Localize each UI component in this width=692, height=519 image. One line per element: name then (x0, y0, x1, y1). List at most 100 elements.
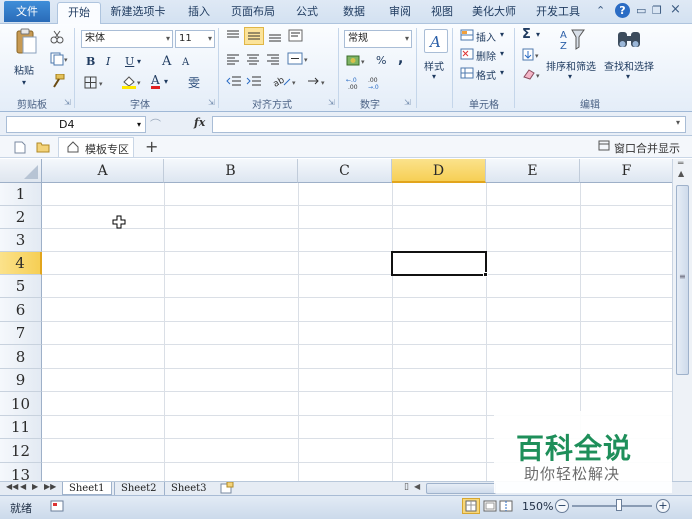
text-direction-icon[interactable]: ▾ (306, 75, 330, 90)
open-folder-icon[interactable] (36, 141, 50, 156)
close-icon[interactable]: × (670, 2, 681, 17)
row-header-4[interactable]: 4 (0, 252, 42, 275)
scroll-left-icon[interactable]: ◀ (414, 482, 420, 491)
sort-filter-icon[interactable]: AZ (558, 27, 586, 56)
hscroll-split-icon[interactable]: ▯ (404, 482, 409, 492)
collapse-ribbon-icon[interactable]: ⌃ (596, 4, 605, 17)
scroll-up-icon[interactable]: ▲ (678, 169, 684, 178)
format-cells-label[interactable]: 格式 (476, 67, 496, 82)
row-header-8[interactable]: 8 (0, 345, 42, 369)
column-header-a[interactable]: A (42, 159, 164, 183)
split-handle-icon[interactable]: ═ (678, 159, 683, 169)
alignment-launcher-icon[interactable]: ⇲ (328, 98, 335, 107)
increase-decimal-icon[interactable]: ←.0.00 (346, 76, 364, 93)
shrink-font-button[interactable]: A (182, 57, 189, 68)
row-header-5[interactable]: 5 (0, 275, 42, 298)
format-cells-icon[interactable] (460, 67, 474, 82)
chevron-down-icon[interactable]: ▾ (626, 72, 630, 81)
chevron-down-icon[interactable]: ▾ (164, 77, 168, 86)
chevron-down-icon[interactable]: ▾ (568, 72, 572, 81)
tab-beautify[interactable]: 美化大师 (468, 2, 520, 24)
cut-icon[interactable] (50, 30, 64, 47)
restore-icon[interactable]: ❐ (652, 4, 662, 17)
sort-filter-label[interactable]: 排序和筛选 (546, 58, 596, 73)
help-icon[interactable]: ? (615, 3, 630, 18)
zoom-level[interactable]: 150% (522, 500, 553, 513)
zoom-in-button[interactable]: + (656, 499, 670, 513)
align-middle-icon[interactable] (244, 27, 264, 45)
tab-review[interactable]: 审阅 (382, 2, 418, 24)
decrease-decimal-icon[interactable]: .00 →.0 (368, 76, 386, 93)
page-layout-view-icon[interactable] (482, 499, 498, 516)
sheet-tab-sheet2[interactable]: Sheet2 (114, 482, 164, 495)
number-launcher-icon[interactable]: ⇲ (404, 98, 411, 107)
clipboard-launcher-icon[interactable]: ⇲ (64, 98, 71, 107)
horizontal-scroll-thumb[interactable] (426, 483, 496, 494)
row-header-13[interactable]: 13 (0, 463, 42, 481)
column-header-b[interactable]: B (164, 159, 298, 183)
zoom-slider-thumb[interactable] (616, 499, 622, 511)
name-box[interactable]: D4 ▾ (6, 116, 146, 133)
font-launcher-icon[interactable]: ⇲ (208, 98, 215, 107)
autosum-button[interactable]: Σ (522, 27, 531, 42)
paste-icon[interactable] (14, 28, 38, 56)
font-name-combo[interactable]: 宋体 ▾ (81, 30, 173, 48)
macro-record-icon[interactable] (50, 500, 64, 515)
bold-button[interactable]: B (86, 55, 95, 68)
zoom-slider-track[interactable] (572, 505, 652, 507)
column-header-d[interactable]: D (392, 159, 486, 183)
expand-formula-icon[interactable]: ▾ (676, 118, 680, 127)
styles-label[interactable]: 样式 (424, 58, 444, 73)
zoom-out-button[interactable]: − (555, 499, 569, 513)
fill-color-icon[interactable]: ▾ (121, 74, 145, 93)
increase-indent-icon[interactable] (246, 75, 262, 90)
tab-formulas[interactable]: 公式 (288, 2, 326, 24)
row-header-3[interactable]: 3 (0, 229, 42, 252)
column-header-e[interactable]: E (486, 159, 580, 183)
select-all-corner[interactable] (0, 159, 42, 183)
tab-home[interactable]: 开始 (57, 2, 101, 25)
row-header-12[interactable]: 12 (0, 439, 42, 463)
formula-input[interactable] (212, 116, 686, 133)
insert-function-button[interactable]: fx (194, 116, 205, 129)
currency-icon[interactable]: ▾ (346, 54, 370, 71)
find-select-icon[interactable] (616, 27, 642, 56)
window-merge-label[interactable]: 窗口合并显示 (614, 140, 680, 156)
chevron-down-icon[interactable]: ▾ (500, 68, 504, 77)
styles-icon[interactable]: A (424, 29, 448, 53)
vertical-scrollbar[interactable]: ═ ▲ ≡ (672, 159, 692, 481)
format-painter-icon[interactable] (50, 73, 66, 91)
new-doc-icon[interactable] (14, 141, 26, 157)
chevron-down-icon[interactable]: ▾ (500, 30, 504, 39)
align-bottom-icon[interactable] (268, 29, 282, 46)
clear-icon[interactable]: ▾ (522, 67, 544, 84)
normal-view-icon[interactable] (462, 498, 480, 514)
paste-dropdown-icon[interactable]: ▾ (22, 78, 26, 87)
comma-button[interactable]: , (398, 51, 403, 67)
chevron-down-icon[interactable]: ▾ (536, 30, 540, 39)
chevron-down-icon[interactable]: ▾ (500, 49, 504, 58)
align-left-icon[interactable] (226, 53, 240, 68)
row-header-11[interactable]: 11 (0, 416, 42, 439)
fill-icon[interactable]: ▾ (522, 48, 544, 65)
tab-developer[interactable]: 开发工具 (532, 2, 584, 24)
paste-label[interactable]: 粘贴 (14, 62, 34, 77)
merge-center-icon[interactable]: ▾ (287, 52, 311, 69)
insert-cells-label[interactable]: 插入 (476, 29, 496, 44)
column-header-f[interactable]: F (580, 159, 672, 183)
italic-button[interactable]: I (106, 55, 110, 68)
font-color-button[interactable]: A (151, 74, 160, 89)
grow-font-button[interactable]: A (162, 54, 171, 69)
fill-handle[interactable] (483, 272, 488, 277)
row-header-7[interactable]: 7 (0, 322, 42, 345)
align-right-icon[interactable] (266, 53, 280, 68)
next-sheet-icon[interactable]: ▶ (32, 482, 38, 491)
minimize-icon[interactable]: ▭ (636, 4, 646, 17)
row-header-2[interactable]: 2 (0, 206, 42, 229)
tab-page-layout[interactable]: 页面布局 (228, 2, 278, 24)
delete-cells-icon[interactable] (460, 48, 474, 63)
copy-icon[interactable]: ▾ (50, 52, 68, 69)
tab-view[interactable]: 视图 (424, 2, 460, 24)
number-format-combo[interactable]: 常规 ▾ (344, 30, 412, 48)
row-header-9[interactable]: 9 (0, 369, 42, 392)
